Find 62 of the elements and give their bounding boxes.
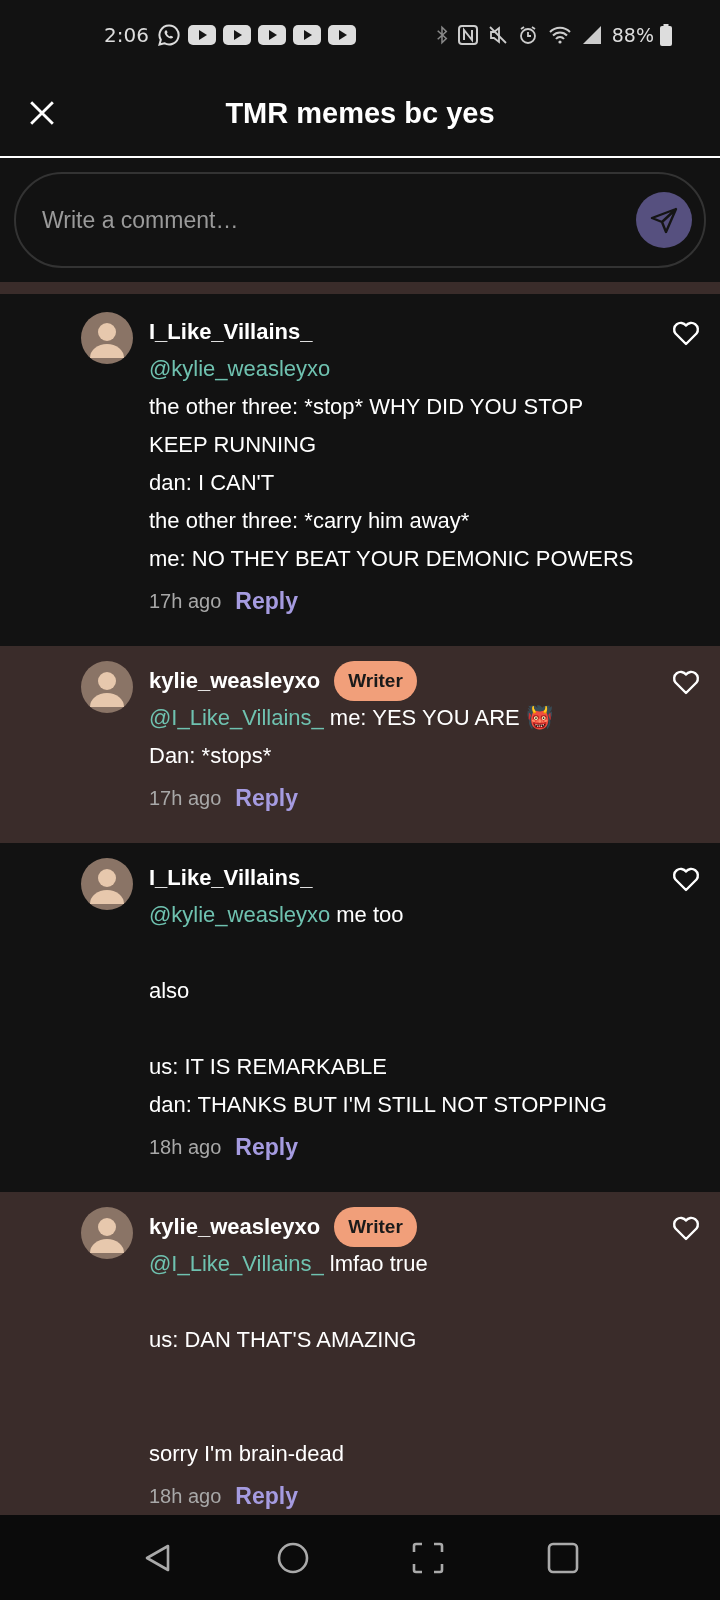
signal-icon <box>581 25 602 45</box>
username[interactable]: I_Like_Villains_ <box>149 865 313 891</box>
heart-icon[interactable] <box>672 1215 700 1241</box>
avatar-icon[interactable] <box>81 1207 133 1259</box>
wifi-icon <box>547 25 572 45</box>
heart-icon[interactable] <box>672 866 700 892</box>
comment-text: dan: THANKS BUT I'M STILL NOT STOPPING <box>149 1092 607 1117</box>
send-button[interactable] <box>636 192 692 248</box>
writer-badge: Writer <box>334 661 417 701</box>
reply-link[interactable]: Reply <box>235 784 298 812</box>
chat-bubble-icon <box>156 23 181 47</box>
comment-input[interactable]: Write a comment… <box>14 172 706 268</box>
username[interactable]: kylie_weasleyxo <box>149 668 321 694</box>
comment-text: dan: I CAN'T <box>149 470 275 495</box>
comment-time: 18h ago <box>149 1484 222 1508</box>
comment-time: 18h ago <box>149 1135 222 1159</box>
comment-time: 17h ago <box>149 589 222 613</box>
battery-icon <box>660 24 672 46</box>
play-icon <box>327 25 356 45</box>
status-time: 2:06 <box>104 23 149 47</box>
comment-text: KEEP RUNNING <box>149 432 317 457</box>
reply-link[interactable]: Reply <box>235 587 298 615</box>
play-icon <box>222 25 251 45</box>
screenshot-icon[interactable] <box>411 1541 444 1574</box>
comment-text: sorry I'm brain-dead <box>149 1441 344 1466</box>
heart-icon[interactable] <box>672 669 700 695</box>
play-icon <box>257 25 286 45</box>
avatar-icon[interactable] <box>81 661 133 713</box>
avatar-icon[interactable] <box>81 858 133 910</box>
comment-text: me: NO THEY BEAT YOUR DEMONIC POWERS <box>149 546 634 571</box>
alarm-icon <box>517 25 538 45</box>
comment-text: lmfao true <box>329 1251 428 1276</box>
heart-icon[interactable] <box>672 320 700 346</box>
mention-link[interactable]: @I_Like_Villains_ <box>149 1251 324 1276</box>
mention-link[interactable]: @I_Like_Villains_ <box>149 705 324 730</box>
comment-text: me: YES YOU ARE 👹 <box>329 705 553 730</box>
comment-text: Dan: *stops* <box>149 743 272 768</box>
comment-text: us: DAN THAT'S AMAZING <box>149 1327 417 1352</box>
close-icon[interactable] <box>29 100 55 126</box>
battery-percent: 88% <box>611 24 654 46</box>
comment-text: me too <box>336 902 404 927</box>
home-icon[interactable] <box>276 1541 309 1574</box>
comment-time: 17h ago <box>149 786 222 810</box>
play-icon <box>292 25 321 45</box>
recents-icon[interactable] <box>546 1541 579 1574</box>
bluetooth-icon <box>435 25 448 45</box>
mention-link[interactable]: @kylie_weasleyxo <box>149 356 331 381</box>
username[interactable]: kylie_weasleyxo <box>149 1214 321 1240</box>
mention-link[interactable]: @kylie_weasleyxo <box>149 902 331 927</box>
comment-text: the other three: *stop* WHY DID YOU STOP <box>149 394 584 419</box>
avatar-icon[interactable] <box>81 312 133 364</box>
reply-link[interactable]: Reply <box>235 1482 298 1510</box>
play-icon <box>187 25 216 45</box>
page-title: TMR memes bc yes <box>225 96 495 130</box>
reply-link[interactable]: Reply <box>235 1133 298 1161</box>
username[interactable]: I_Like_Villains_ <box>149 319 313 345</box>
nfc-icon <box>457 25 478 45</box>
mute-icon <box>487 25 508 45</box>
comment-text: us: IT IS REMARKABLE <box>149 1054 387 1079</box>
comment-text: also <box>149 978 190 1003</box>
comment-text: the other three: *carry him away* <box>149 508 470 533</box>
writer-badge: Writer <box>334 1207 417 1247</box>
